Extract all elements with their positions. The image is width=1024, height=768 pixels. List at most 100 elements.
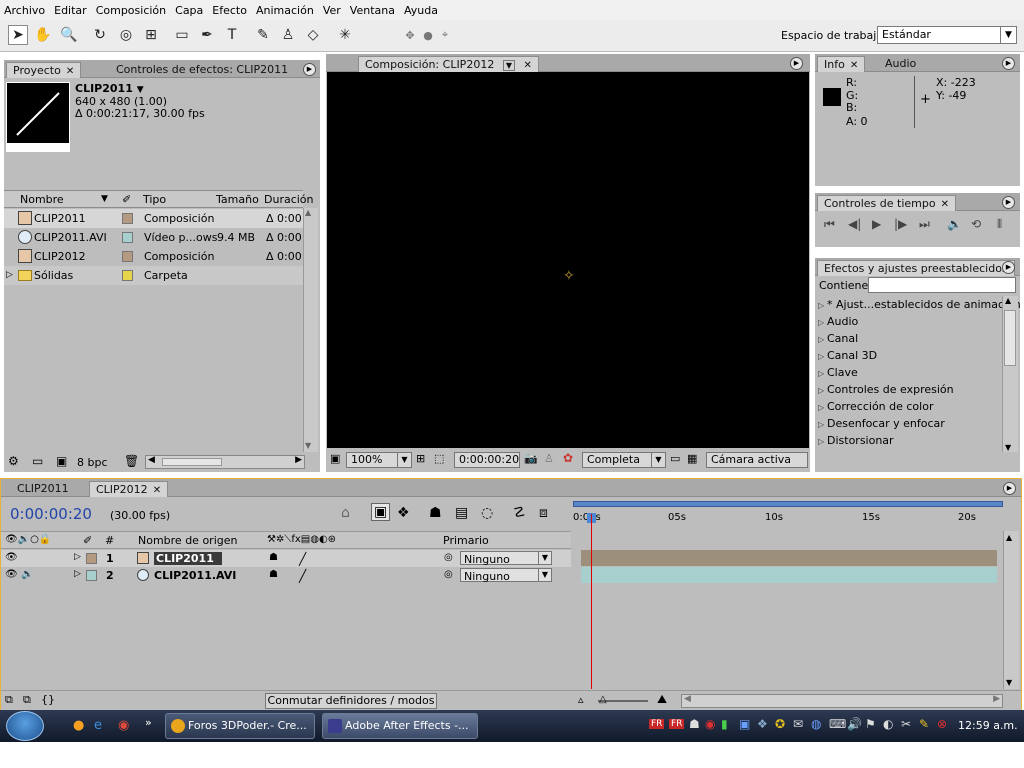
scroll-up-icon[interactable]: ▲	[1006, 533, 1012, 542]
tab-audio[interactable]: Audio	[879, 56, 922, 72]
snapshot-icon[interactable]: 📷	[524, 452, 538, 465]
close-icon[interactable]: ✕	[941, 199, 949, 210]
project-row[interactable]: CLIP2012 Composición Δ 0:00:	[4, 247, 305, 266]
camera-view-select[interactable]: Cámara activa	[706, 452, 808, 468]
label-swatch[interactable]	[122, 251, 133, 262]
close-icon[interactable]: ✕	[153, 485, 161, 496]
col-duration[interactable]: Duración	[264, 193, 314, 206]
tray-app-icon[interactable]: FR	[669, 719, 685, 729]
menu-ayuda[interactable]: Ayuda	[404, 4, 438, 17]
project-vertical-scrollbar[interactable]: ▲ ▼	[303, 208, 318, 452]
bit-depth-button[interactable]: 8 bpc	[77, 456, 108, 469]
selection-tool-icon[interactable]: ➤	[8, 25, 28, 45]
label-swatch[interactable]	[86, 570, 97, 581]
effects-category-item[interactable]: ▷ Desenfocar y enfocar	[818, 417, 945, 430]
switches-icon[interactable]: ⚒✲⟍fx▤◍◐⊛	[267, 534, 336, 545]
tray-app-icon[interactable]: ▣	[739, 717, 750, 731]
chevron-down-icon[interactable]: ▼	[502, 60, 515, 71]
effects-category-item[interactable]: ▷ Audio	[818, 315, 858, 328]
tray-app-icon[interactable]: ✂	[901, 717, 911, 731]
zoom-out-icon[interactable]: ▵	[578, 693, 584, 706]
audio-toggle-icon[interactable]: 🔊	[21, 569, 33, 580]
quality-switch-icon[interactable]: ╱	[299, 552, 306, 566]
project-row[interactable]: ▷ Sólidas Carpeta	[4, 266, 303, 285]
current-time-indicator-line[interactable]	[591, 514, 592, 689]
col-number[interactable]: #	[105, 534, 114, 547]
disclosure-triangle-icon[interactable]: ▷	[818, 420, 827, 429]
expand-layer-switches-icon[interactable]: ⧉	[5, 693, 13, 707]
menu-ventana[interactable]: Ventana	[350, 4, 395, 17]
tray-app-icon[interactable]: ⚑	[865, 717, 876, 731]
clone-stamp-tool-icon[interactable]: ♙	[278, 25, 298, 45]
disclosure-triangle-icon[interactable]: ▷	[818, 352, 827, 361]
trash-icon[interactable]: 🗑	[124, 454, 139, 468]
scroll-thumb[interactable]	[1004, 310, 1016, 366]
tab-effects-presets[interactable]: Efectos y ajustes preestablecidos	[817, 260, 1015, 276]
tray-app-icon[interactable]: ⊗	[937, 717, 947, 731]
scroll-left-icon[interactable]: ◀	[684, 694, 691, 704]
brainstorm-icon[interactable]: ☡	[513, 505, 526, 521]
video-visibility-icon[interactable]: 👁	[5, 569, 18, 580]
next-frame-icon[interactable]: |▶	[894, 217, 907, 231]
panel-menu-icon[interactable]: ▶	[1002, 261, 1015, 274]
draft-3d-icon[interactable]: ❖	[397, 505, 410, 521]
work-area-bar[interactable]	[573, 501, 1003, 507]
menu-ver[interactable]: Ver	[323, 4, 341, 17]
disclosure-triangle-icon[interactable]: ▷	[818, 335, 827, 344]
col-source-name[interactable]: Nombre de origen	[138, 534, 237, 547]
puppet-tool-icon[interactable]: ✳	[335, 25, 355, 45]
close-icon[interactable]: ✕	[850, 60, 858, 71]
tray-app-icon[interactable]: ⌨	[829, 717, 846, 731]
camera-orbit-tool-icon[interactable]: ◎	[116, 25, 136, 45]
effects-category-item[interactable]: ▷ Controles de expresión	[818, 383, 954, 396]
close-icon[interactable]: ✕	[66, 66, 74, 77]
volume-icon[interactable]: 🔊	[847, 717, 862, 731]
disclosure-triangle-icon[interactable]: ▷	[818, 369, 827, 378]
tab-project[interactable]: Proyecto ✕	[6, 62, 82, 78]
composition-viewer[interactable]: ✧	[327, 72, 809, 448]
label-column-icon[interactable]: ✐	[83, 534, 92, 547]
panel-menu-icon[interactable]: ▶	[1003, 482, 1016, 495]
safe-zones-icon[interactable]: ⊞	[416, 452, 425, 465]
pan-behind-tool-icon[interactable]: ⊞	[141, 25, 161, 45]
region-of-interest-icon[interactable]: ▭	[670, 452, 680, 465]
effects-category-item[interactable]: ▷ Canal 3D	[818, 349, 877, 362]
scroll-right-icon[interactable]: ▶	[295, 455, 302, 465]
expand-in-out-icon[interactable]: {}	[41, 693, 55, 706]
panel-menu-icon[interactable]: ▶	[1002, 196, 1015, 209]
close-icon[interactable]: ✕	[523, 60, 531, 71]
video-visibility-icon[interactable]: 👁	[5, 552, 18, 563]
expand-transfer-controls-icon[interactable]: ⧉	[23, 693, 31, 707]
disclosure-triangle-icon[interactable]: ▷	[74, 569, 81, 579]
effects-category-item[interactable]: ▷ * Ajust...establecidos de animación	[818, 298, 1021, 311]
quality-switch-icon[interactable]: ╱	[299, 569, 306, 583]
effects-category-item[interactable]: ▷ Corrección de color	[818, 400, 933, 413]
network-icon[interactable]: ☗	[689, 717, 700, 731]
zoom-tool-icon[interactable]: 🔍	[59, 25, 79, 45]
firefox-icon[interactable]: ●	[73, 718, 84, 733]
rectangle-tool-icon[interactable]: ▭	[172, 25, 192, 45]
previous-frame-icon[interactable]: ◀|	[848, 217, 861, 231]
scroll-down-icon[interactable]: ▼	[1006, 678, 1012, 687]
tray-app-icon[interactable]: ◐	[883, 717, 893, 731]
menu-composicion[interactable]: Composición	[96, 4, 166, 17]
menu-archivo[interactable]: Archivo	[4, 4, 45, 17]
col-parent[interactable]: Primario	[443, 534, 489, 547]
av-features-icon[interactable]: 👁🔊○🔒	[5, 534, 51, 545]
toggle-switches-modes-button[interactable]: Conmutar definidores / modos	[265, 693, 437, 709]
first-frame-icon[interactable]: ⏮	[824, 217, 835, 232]
pen-tool-icon[interactable]: ✒	[197, 25, 217, 45]
audio-toggle-icon[interactable]: 🔈	[947, 217, 962, 231]
show-snapshot-icon[interactable]: ♙	[544, 452, 554, 465]
scroll-up-icon[interactable]: ▲	[305, 208, 311, 217]
label-swatch[interactable]	[122, 232, 133, 243]
disclosure-triangle-icon[interactable]: ▷	[818, 437, 827, 446]
timeline-current-time[interactable]: 0:00:00:20	[10, 505, 92, 523]
disclosure-triangle-icon[interactable]: ▷	[818, 301, 827, 310]
tray-app-icon[interactable]: ✎	[919, 717, 929, 731]
taskbar-after-effects-window[interactable]: Adobe After Effects -...	[322, 713, 478, 739]
magnification-select[interactable]: 100% ▼	[346, 452, 412, 468]
tray-app-icon[interactable]: ◍	[811, 717, 821, 731]
disclosure-triangle-icon[interactable]: ▷	[6, 270, 13, 280]
zoom-in-icon[interactable]: ⛰	[657, 692, 667, 707]
